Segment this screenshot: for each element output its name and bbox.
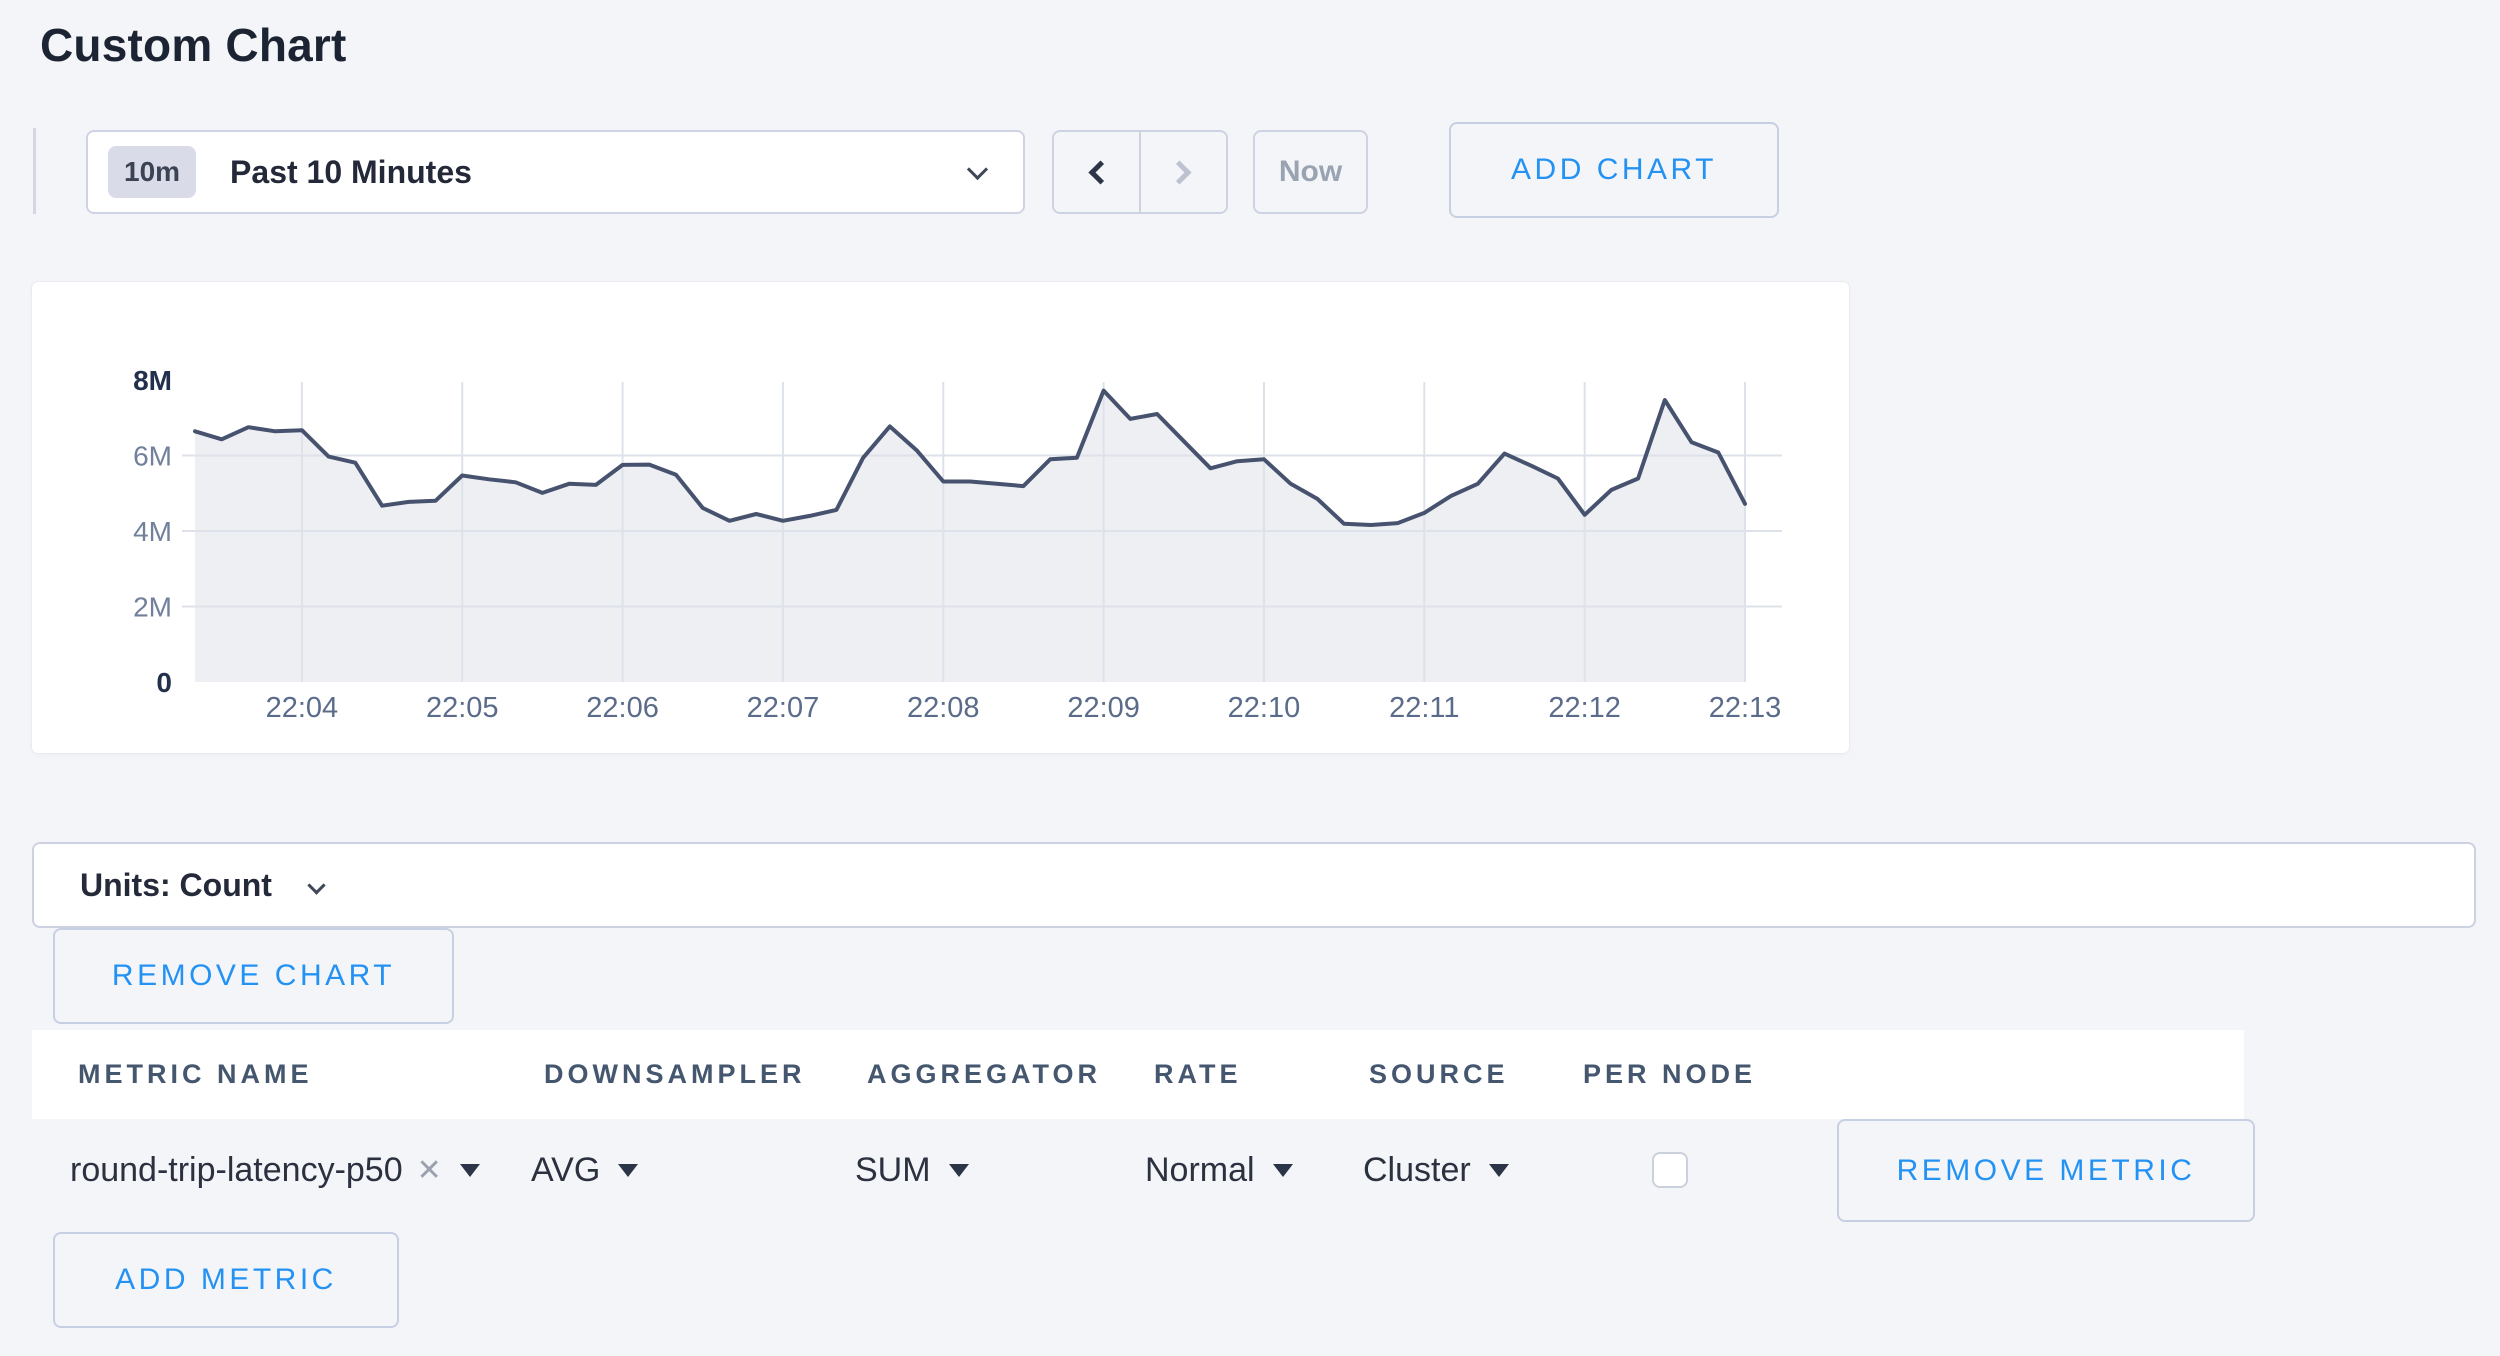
triangle-down-icon <box>949 1164 969 1177</box>
source-value: Cluster <box>1363 1151 1471 1190</box>
triangle-down-icon <box>618 1164 638 1177</box>
time-step-buttons <box>1052 130 1228 214</box>
now-button[interactable]: Now <box>1253 130 1368 214</box>
remove-chart-button[interactable]: REMOVE CHART <box>53 928 454 1024</box>
metric-name-value: round-trip-latency-p50 <box>70 1151 403 1190</box>
svg-text:22:05: 22:05 <box>426 692 499 724</box>
rate-select[interactable]: Normal <box>1145 1119 1293 1222</box>
per-node-checkbox[interactable] <box>1652 1152 1688 1188</box>
downsampler-value: AVG <box>531 1151 600 1190</box>
units-dropdown[interactable]: Units: Count <box>32 842 2476 928</box>
metric-name-select[interactable]: round-trip-latency-p50 ✕ <box>70 1119 480 1222</box>
svg-text:4M: 4M <box>133 516 172 547</box>
column-header-rate: RATE <box>1154 1030 1242 1119</box>
svg-text:6M: 6M <box>133 441 172 472</box>
metrics-table-header: METRIC NAME DOWNSAMPLER AGGREGATOR RATE … <box>32 1030 2244 1119</box>
chevron-left-icon <box>1088 160 1112 184</box>
chevron-right-icon <box>1167 160 1191 184</box>
triangle-down-icon <box>460 1164 480 1177</box>
time-back-button[interactable] <box>1054 132 1139 212</box>
remove-metric-button[interactable]: REMOVE METRIC <box>1837 1119 2255 1222</box>
aggregator-value: SUM <box>855 1151 931 1190</box>
svg-text:22:11: 22:11 <box>1389 692 1459 724</box>
chart-card: 0 2M 4M 6M 8M 22:04 22:05 22:06 22:07 22:08 22:09 2… <box>32 282 1849 753</box>
column-header-source: SOURCE <box>1369 1030 1509 1119</box>
time-range-badge: 10m <box>108 146 196 198</box>
triangle-down-icon <box>1489 1164 1509 1177</box>
add-metric-button[interactable]: ADD METRIC <box>53 1232 399 1328</box>
svg-text:22:13: 22:13 <box>1709 692 1782 724</box>
add-chart-button[interactable]: ADD CHART <box>1449 122 1779 218</box>
column-header-per-node: PER NODE <box>1583 1030 1756 1119</box>
time-range-label: Past 10 Minutes <box>230 154 472 191</box>
source-select[interactable]: Cluster <box>1363 1119 1509 1222</box>
units-label: Units: Count <box>80 867 272 904</box>
aggregator-select[interactable]: SUM <box>855 1119 969 1222</box>
timeseries-area-chart: 0 2M 4M 6M 8M 22:04 22:05 22:06 22:07 22:08 22:09 2… <box>32 282 1849 753</box>
column-header-metric-name: METRIC NAME <box>78 1030 313 1119</box>
svg-text:0: 0 <box>156 667 172 698</box>
svg-text:22:07: 22:07 <box>747 692 820 724</box>
downsampler-select[interactable]: AVG <box>531 1119 638 1222</box>
page-title: Custom Chart <box>40 18 347 72</box>
time-forward-button[interactable] <box>1139 132 1226 212</box>
svg-text:22:08: 22:08 <box>907 692 980 724</box>
rate-value: Normal <box>1145 1151 1255 1190</box>
svg-text:22:06: 22:06 <box>586 692 659 724</box>
chevron-down-icon <box>967 159 988 180</box>
svg-text:22:04: 22:04 <box>266 692 339 724</box>
time-range-dropdown[interactable]: 10m Past 10 Minutes <box>86 130 1025 214</box>
toolbar-left-divider <box>33 128 36 214</box>
triangle-down-icon <box>1273 1164 1293 1177</box>
remove-tag-x-icon[interactable]: ✕ <box>417 1153 442 1188</box>
column-header-downsampler: DOWNSAMPLER <box>544 1030 806 1119</box>
svg-text:22:10: 22:10 <box>1228 692 1301 724</box>
svg-text:2M: 2M <box>133 592 172 623</box>
svg-text:22:09: 22:09 <box>1067 692 1140 724</box>
custom-chart-page: Custom Chart 10m Past 10 Minutes Now ADD… <box>0 0 2500 1356</box>
svg-text:22:12: 22:12 <box>1548 692 1621 724</box>
chevron-down-icon <box>307 876 325 894</box>
svg-text:8M: 8M <box>133 365 172 396</box>
column-header-aggregator: AGGREGATOR <box>867 1030 1101 1119</box>
